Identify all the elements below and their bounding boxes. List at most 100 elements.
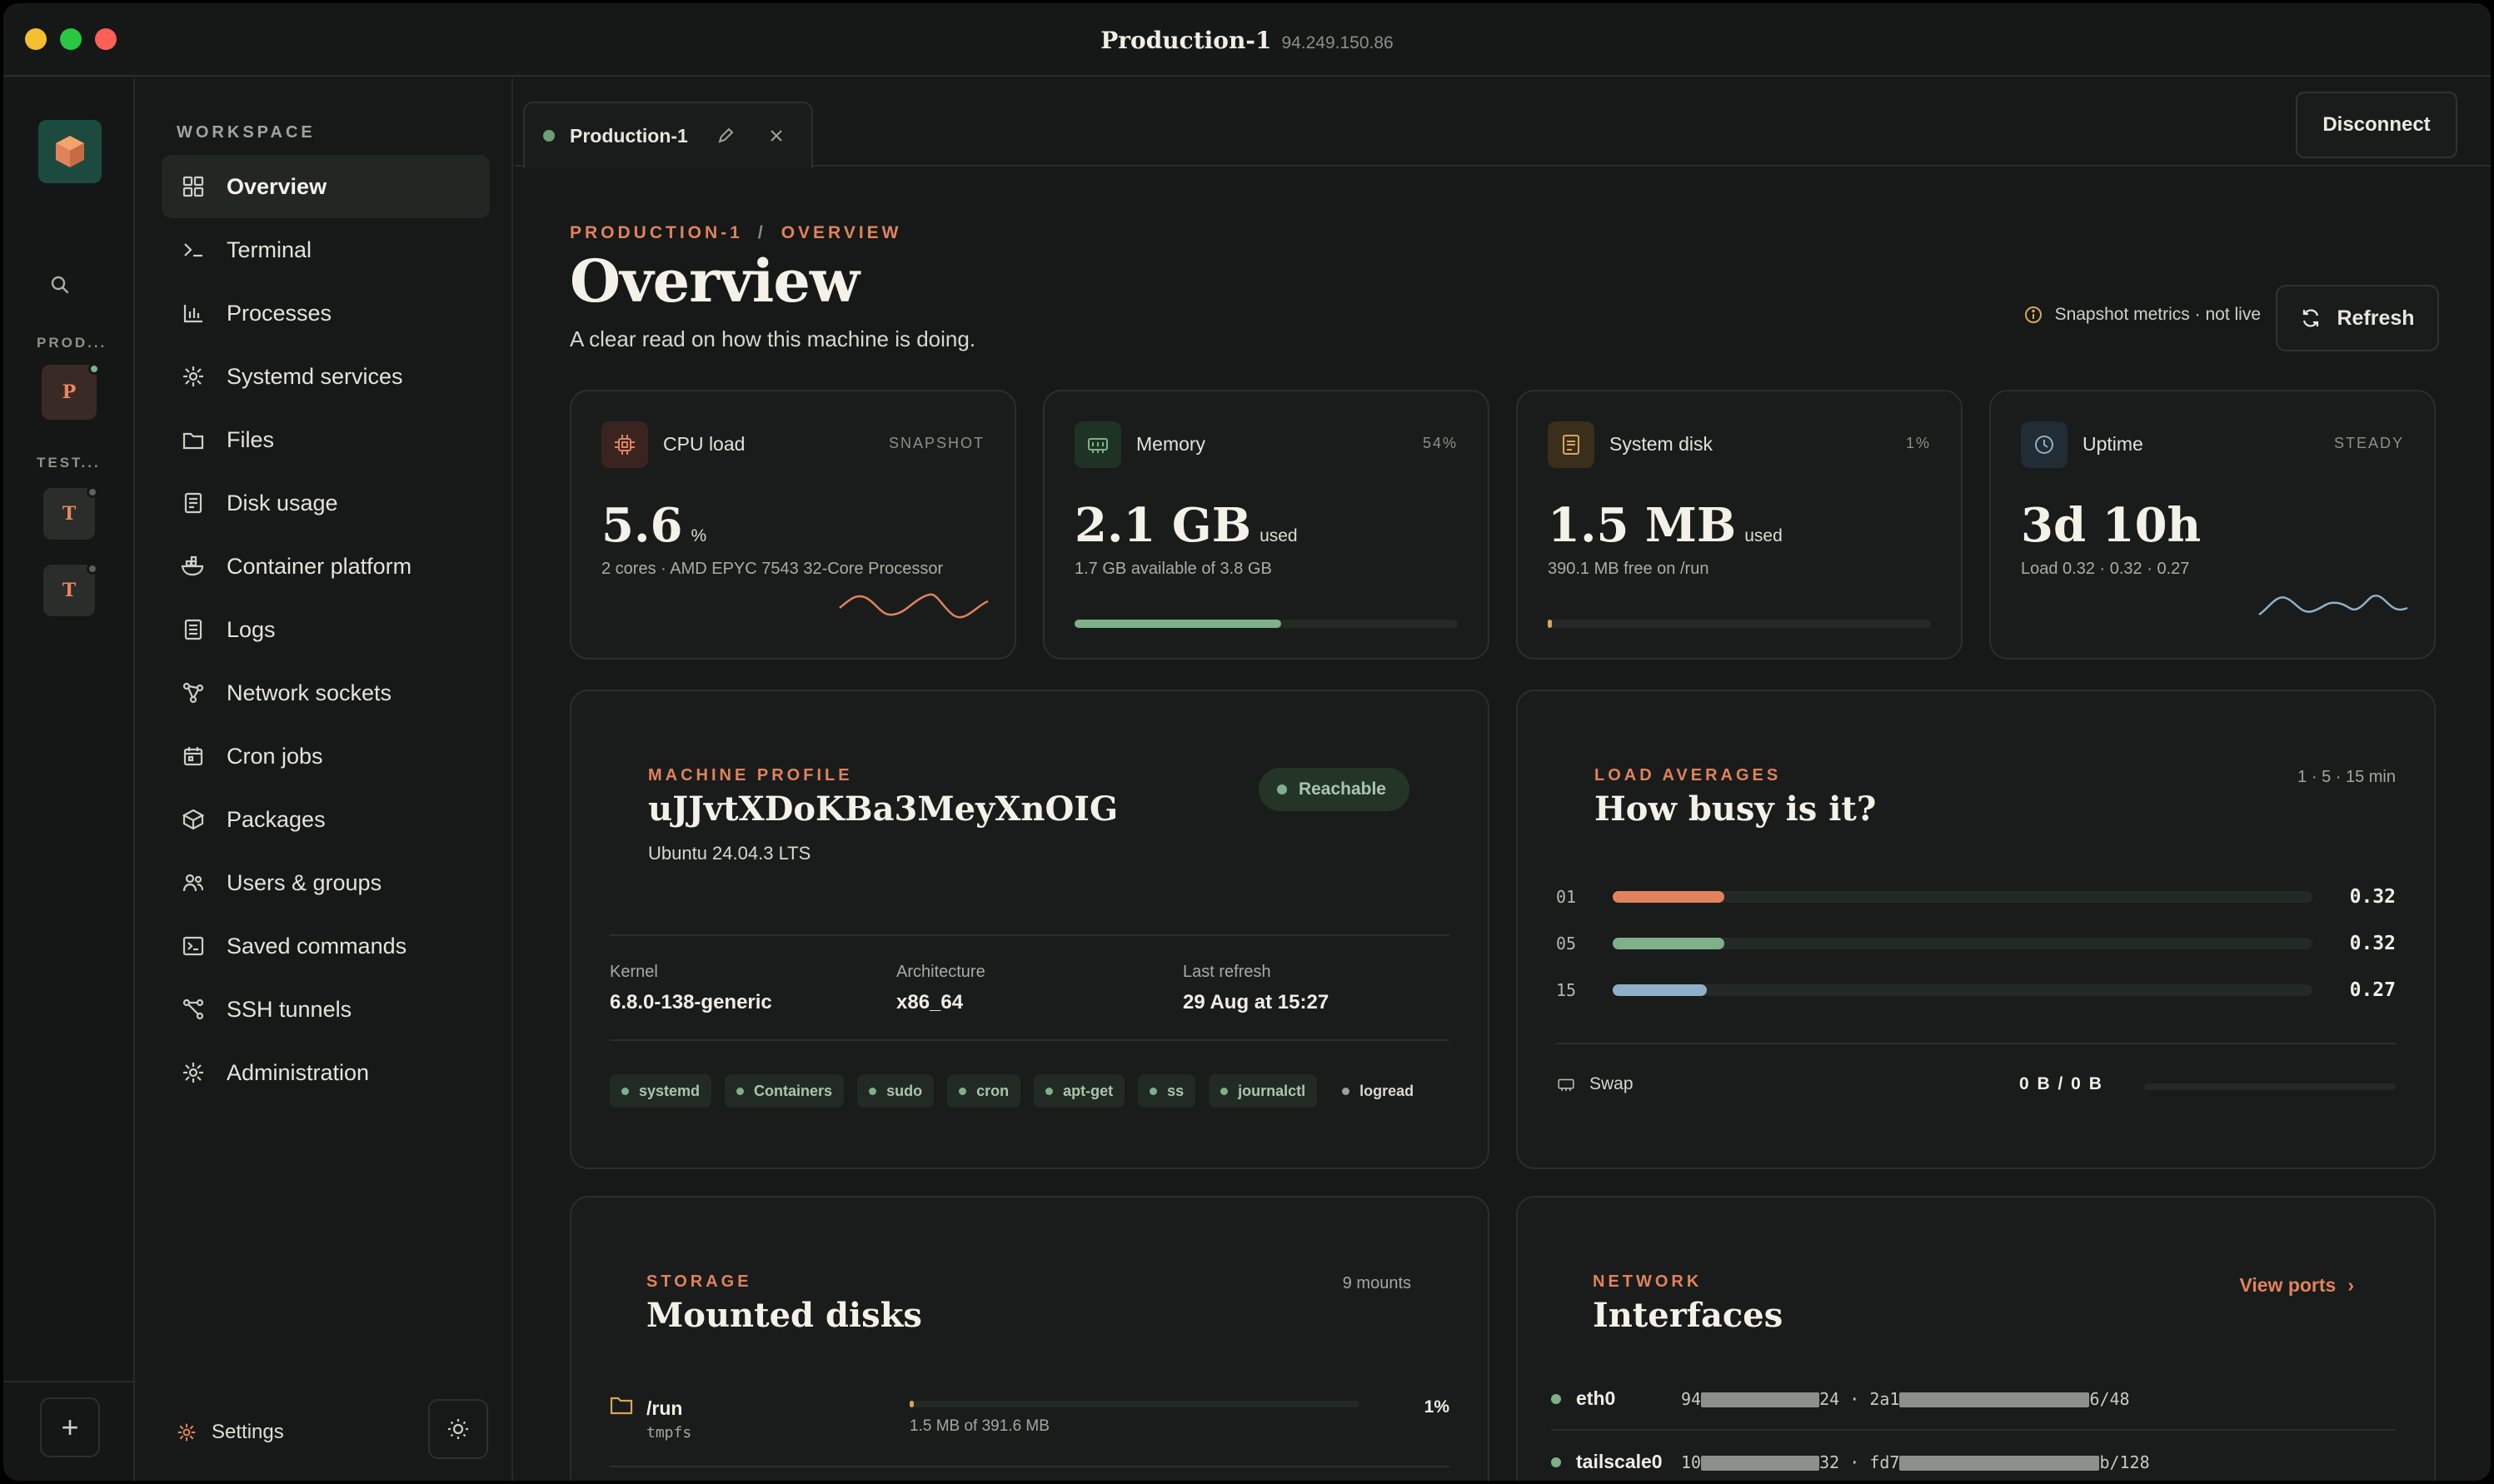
- app-logo[interactable]: [38, 120, 102, 183]
- sidebar-item-cron-jobs[interactable]: Cron jobs: [162, 725, 490, 788]
- ipv6-start: fd7: [1869, 1452, 1900, 1472]
- mount-row[interactable]: /run tmpfs 1.5 MB of 391.6 MB 1%: [610, 1394, 1449, 1452]
- stat-label: CPU load: [663, 433, 746, 455]
- sidebar-item-users-groups[interactable]: Users & groups: [162, 851, 490, 914]
- storage-card: STORAGE Mounted disks 9 mounts /run tmpf…: [570, 1196, 1489, 1481]
- swap-row: Swap: [1556, 1074, 1634, 1094]
- page-subtitle: A clear read on how this machine is doin…: [570, 326, 976, 351]
- interface-addresses: 10 32 · fd7 b/128: [1681, 1452, 2150, 1472]
- refresh-label: Refresh: [2337, 306, 2415, 330]
- sidebar-item-overview[interactable]: Overview: [162, 155, 490, 218]
- interface-name: tailscale0: [1576, 1451, 1663, 1472]
- window-title-text: Production-1: [1100, 27, 1272, 54]
- capability-chip: logread: [1330, 1074, 1425, 1108]
- view-ports-link[interactable]: View ports ›: [2239, 1274, 2354, 1297]
- sidebar-item-label: Overview: [227, 173, 327, 199]
- sidebar-item-saved-commands[interactable]: Saved commands: [162, 914, 490, 978]
- sidebar-item-container-platform[interactable]: Container platform: [162, 535, 490, 598]
- stat-detail: 390.1 MB free on /run: [1548, 560, 1709, 578]
- section-label: MACHINE PROFILE: [648, 766, 853, 784]
- interface-row[interactable]: eth0 94 24 · 2a1 6/48: [1551, 1387, 2130, 1410]
- ipv6-end: 6/48: [2089, 1388, 2130, 1409]
- load-fill: [1613, 891, 1725, 903]
- section-title: How busy is it?: [1594, 789, 1877, 829]
- settings-link[interactable]: Settings: [177, 1421, 284, 1444]
- refresh-button[interactable]: Refresh: [2276, 285, 2439, 351]
- stat-card-uptime: Uptime STEADY 3d 10h Load 0.32 · 0.32 · …: [1989, 390, 2436, 660]
- stat-value: 5.6%: [601, 498, 706, 553]
- whale-icon: [180, 553, 207, 580]
- sidebar-item-label: Packages: [227, 806, 326, 832]
- ipv4-start: 10: [1681, 1452, 1702, 1472]
- stat-detail: 2 cores · AMD EPYC 7543 32-Core Processo…: [601, 560, 944, 578]
- breadcrumb-page: OVERVIEW: [781, 223, 902, 242]
- host-avatar-production[interactable]: P: [42, 363, 100, 420]
- redaction-bar: [1701, 1392, 1820, 1407]
- refresh-icon: [2300, 307, 2322, 329]
- divider: [610, 934, 1449, 936]
- stat-value-number: 5.6: [601, 498, 683, 553]
- plus-icon: +: [61, 1410, 79, 1444]
- stat-tag: 54%: [1422, 435, 1458, 451]
- tab-production-1[interactable]: Production-1: [523, 102, 813, 168]
- pencil-icon[interactable]: [716, 127, 735, 145]
- sidebar-item-systemd-services[interactable]: Systemd services: [162, 345, 490, 408]
- interface-name: eth0: [1576, 1387, 1616, 1409]
- sidebar-item-packages[interactable]: Packages: [162, 788, 490, 851]
- load-row-15min: 15 0.27: [1556, 978, 2396, 1003]
- divider: [610, 1466, 1449, 1467]
- breadcrumb: PRODUCTION-1 / OVERVIEW: [570, 223, 902, 243]
- settings-icon: [177, 1422, 197, 1442]
- theme-toggle-button[interactable]: [428, 1399, 488, 1459]
- stat-value: 2.1 GB used: [1075, 498, 1298, 553]
- sidebar-item-ssh-tunnels[interactable]: SSH tunnels: [162, 978, 490, 1041]
- page-title: Overview: [570, 247, 860, 316]
- rail-divider: [3, 1381, 133, 1382]
- disconnect-button[interactable]: Disconnect: [2296, 92, 2457, 158]
- host-avatar-test-1[interactable]: T: [43, 486, 98, 540]
- window-title: Production-1 94.249.150.86: [3, 27, 2491, 54]
- sidebar-item-disk-usage[interactable]: Disk usage: [162, 471, 490, 535]
- interface-row[interactable]: tailscale0 10 32 · fd7 b/128: [1551, 1451, 2150, 1473]
- ipv4-start: 94: [1681, 1388, 1702, 1409]
- mount-path: /run: [646, 1397, 683, 1419]
- capability-label: systemd: [639, 1082, 701, 1099]
- idle-status-dot: [87, 486, 98, 498]
- load-track: [1613, 891, 2312, 903]
- host-avatar-test-2[interactable]: T: [43, 563, 98, 616]
- calendar-icon: [180, 743, 207, 769]
- sidebar-item-label: SSH tunnels: [227, 996, 352, 1022]
- add-host-button[interactable]: +: [40, 1397, 100, 1457]
- architecture-label: Architecture: [896, 963, 985, 981]
- stat-card-system-disk: System disk 1% 1.5 MB used 390.1 MB free …: [1516, 390, 1963, 660]
- sidebar-item-processes[interactable]: Processes: [162, 281, 490, 345]
- rail-group-label: TEST...: [37, 455, 101, 471]
- document-icon: [180, 490, 207, 516]
- stat-label: Memory: [1136, 433, 1206, 455]
- swap-bar: [2144, 1083, 2396, 1090]
- sidebar-item-network-sockets[interactable]: Network sockets: [162, 661, 490, 725]
- section-label: STORAGE: [646, 1272, 752, 1291]
- sidebar-item-logs[interactable]: Logs: [162, 598, 490, 661]
- stat-value: 3d 10h: [2021, 498, 2201, 553]
- mount-count: 9 mounts: [1342, 1274, 1411, 1292]
- breadcrumb-host[interactable]: PRODUCTION-1: [570, 223, 743, 242]
- stat-detail: 1.7 GB available of 3.8 GB: [1075, 560, 1272, 578]
- close-tab-icon[interactable]: [768, 127, 785, 144]
- sidebar-item-label: Processes: [227, 300, 332, 326]
- sidebar-item-terminal[interactable]: Terminal: [162, 218, 490, 281]
- memory-usage-bar: [1075, 620, 1458, 628]
- sidebar-item-administration[interactable]: Administration: [162, 1041, 490, 1104]
- sidebar-item-files[interactable]: Files: [162, 408, 490, 471]
- capability-label: cron: [976, 1082, 1010, 1099]
- search-icon[interactable]: [43, 268, 77, 301]
- sun-icon: [448, 1419, 468, 1439]
- section-label: LOAD AVERAGES: [1594, 766, 1782, 784]
- uptime-sparkline: [2258, 594, 2408, 616]
- clock-icon: [2021, 421, 2068, 468]
- network-card: NETWORK Interfaces View ports › eth0 94 24…: [1516, 1196, 2436, 1481]
- redaction-bar: [1701, 1456, 1820, 1471]
- capability-chip: cron: [947, 1074, 1021, 1108]
- sidebar-item-label: Files: [227, 426, 275, 452]
- console-icon: [180, 933, 207, 959]
